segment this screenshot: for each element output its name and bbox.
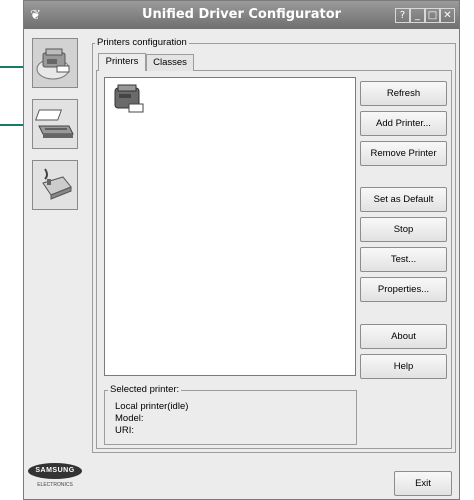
sidebar-item-scanner[interactable] <box>32 99 78 149</box>
printer-list[interactable] <box>104 77 356 376</box>
remove-printer-button[interactable]: Remove Printer <box>360 141 447 166</box>
about-button[interactable]: About <box>360 324 447 349</box>
help-title-button[interactable]: ? <box>395 8 410 23</box>
electronics-label: ELECTRONICS <box>37 482 73 488</box>
window-title: Unified Driver Configurator <box>141 7 342 22</box>
configurator-window: ❦ Unified Driver Configurator ? _ □ ✕ Pr… <box>23 0 460 500</box>
list-item[interactable] <box>111 82 147 118</box>
printer-icon <box>36 48 70 80</box>
set-default-button[interactable]: Set as Default <box>360 187 447 212</box>
tab-classes[interactable]: Classes <box>146 54 194 71</box>
stop-button[interactable]: Stop <box>360 217 447 242</box>
help-button[interactable]: Help <box>360 354 447 379</box>
selected-printer-legend: Selected printer: <box>108 384 182 395</box>
printer-model: Model: <box>115 413 144 424</box>
selected-printer-group: Local printer(idle) Model: URI: <box>104 390 357 445</box>
sidebar-item-printer[interactable] <box>32 38 78 88</box>
title-bar: ❦ Unified Driver Configurator ? _ □ ✕ <box>24 1 459 29</box>
add-printer-button[interactable]: Add Printer... <box>360 111 447 136</box>
exit-button[interactable]: Exit <box>394 471 452 496</box>
properties-button[interactable]: Properties... <box>360 277 447 302</box>
samsung-wordmark: SAMSUNG <box>28 463 82 479</box>
samsung-logo: SAMSUNG ELECTRONICS <box>26 463 84 488</box>
test-button[interactable]: Test... <box>360 247 447 272</box>
port-plug-icon <box>42 168 72 200</box>
printer-status: Local printer(idle) <box>115 401 189 412</box>
scanner-icon <box>35 109 74 138</box>
minimize-button[interactable]: _ <box>410 8 425 23</box>
printer-uri: URI: <box>115 425 134 436</box>
close-button[interactable]: ✕ <box>440 8 455 23</box>
tab-printers[interactable]: Printers <box>98 53 146 71</box>
maximize-button[interactable]: □ <box>425 8 440 23</box>
refresh-button[interactable]: Refresh <box>360 81 447 106</box>
printers-config-legend: Printers configuration <box>95 37 189 48</box>
printer-icon <box>114 84 144 113</box>
sidebar-item-ports[interactable] <box>32 160 78 210</box>
